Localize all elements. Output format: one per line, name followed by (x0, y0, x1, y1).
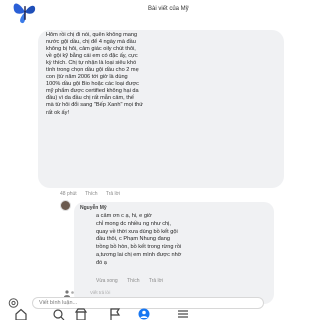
camera-icon[interactable] (8, 298, 19, 308)
post-header: Bài viết của Mỹ (0, 0, 320, 24)
bottom-navigation (0, 308, 320, 320)
search-icon[interactable] (52, 308, 66, 320)
post-text: Hôm rồi chị đi nói, quên không mang nước… (46, 32, 143, 116)
reply-link[interactable]: Trả lời (106, 191, 120, 197)
post-time: 48 phút (60, 191, 77, 197)
reply-text: a cảm ơn c ạ, hi, e giờ chỉ mong dc nhiề… (96, 213, 182, 266)
reply-author-name[interactable]: Nguyễn Mỹ (80, 205, 107, 211)
profile-icon[interactable] (137, 308, 151, 320)
reply-meta: Vừa xong Thích Trả lời (96, 278, 171, 284)
menu-icon[interactable] (176, 308, 190, 320)
post-meta: 48 phút Thích Trả lời (60, 191, 127, 197)
avatar[interactable] (60, 200, 71, 211)
typing-text: Viết trả lời (90, 290, 111, 295)
page-title: Bài viết của Mỹ (148, 6, 189, 12)
reply-reply-link[interactable]: Trả lời (149, 278, 163, 284)
reply-time: Vừa xong (96, 278, 118, 284)
home-icon[interactable] (14, 308, 28, 320)
flag-icon[interactable] (108, 308, 122, 320)
butterfly-icon (13, 3, 36, 24)
store-icon[interactable] (74, 308, 88, 320)
like-link[interactable]: Thích (85, 191, 98, 197)
comment-placeholder: Viết bình luận... (39, 300, 78, 306)
reply-like-link[interactable]: Thích (127, 278, 140, 284)
